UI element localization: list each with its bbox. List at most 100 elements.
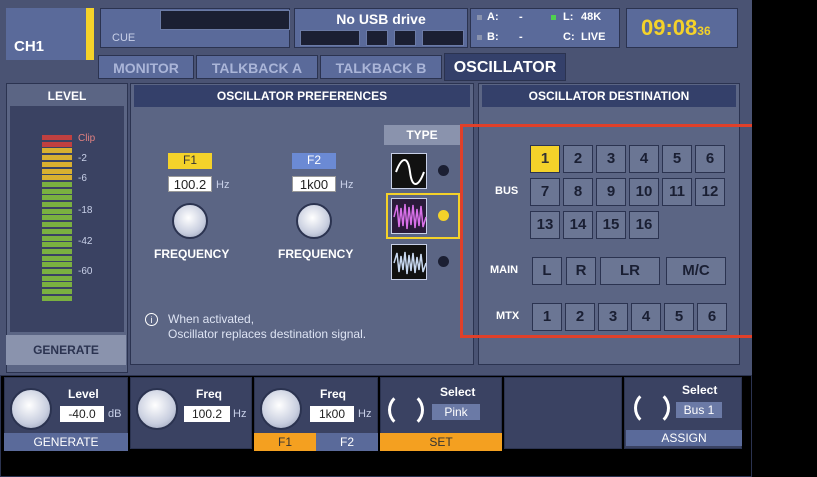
meter-scale-label: -18 [78,205,93,216]
rate-indicator [551,15,556,20]
rate-value: 48K [581,11,602,23]
f2-tag: F2 [292,153,336,169]
f2-frequency-knob[interactable] [296,203,332,239]
burst-noise-icon[interactable] [391,244,427,280]
set-button[interactable]: SET [380,433,502,451]
meter-segment [42,208,72,214]
meter-segment [42,255,72,261]
meter-scale-label: -2 [78,153,87,164]
clock-source-label: C: [563,31,575,43]
assign-select-value[interactable]: Bus 1 [676,402,722,418]
clock-source-value: LIVE [581,31,606,43]
meter-segment [42,242,72,248]
meter-segment [42,195,72,201]
empty-control [504,377,622,449]
sine-wave-radio[interactable] [438,165,449,176]
f2-value[interactable]: 1k00 [292,176,336,192]
sine-wave-icon[interactable] [391,153,427,189]
note-text: When activated, Oscillator replaces dest… [168,312,366,342]
meter-segment [42,141,72,147]
level-meter [42,135,72,303]
meter-segment [42,148,72,154]
clock-seconds: 36 [697,24,711,38]
meter-segment [42,228,72,234]
freq2-label: Freq [320,387,347,401]
bus-b-value: - [519,31,523,43]
f2-frequency-label: FREQUENCY [278,247,354,261]
level-label: Level [68,387,99,401]
freq1-unit: Hz [233,408,247,420]
freq1-knob[interactable] [136,388,178,430]
level-knob[interactable] [10,388,52,430]
usb-status-label: No USB drive [336,11,426,27]
meter-segment [42,215,72,221]
pink-noise-radio[interactable] [438,210,449,221]
bus-a-value: - [519,11,523,23]
clock: 09:0836 [626,8,738,48]
burst-noise-radio[interactable] [438,256,449,267]
bottom-generate-button[interactable]: GENERATE [4,433,128,451]
f1-value[interactable]: 100.2 [168,176,212,192]
meter-segment [42,275,72,281]
usb-slot [394,30,416,46]
meter-segment [42,235,72,241]
freq2-unit: Hz [358,408,372,420]
info-icon: i [145,313,158,326]
usb-slot [422,30,464,46]
bus-a-label: A: [487,11,499,23]
meter-segment [42,269,72,274]
destination-title: OSCILLATOR DESTINATION [528,89,690,103]
meter-segment [42,168,72,174]
tab-oscillator[interactable]: OSCILLATOR [444,53,566,81]
f2-select-button[interactable]: F2 [316,433,378,451]
rotary-select-icon[interactable] [388,392,424,428]
f1-unit: Hz [216,179,230,191]
meter-segment [42,282,72,288]
meter-segment [42,135,72,140]
level-title: LEVEL [47,89,87,103]
meter-segment [42,202,72,207]
pink-noise-icon[interactable] [391,198,427,234]
type-select-label: Select [440,385,476,399]
type-select-value[interactable]: Pink [432,404,480,420]
usb-slot [300,30,360,46]
f1-frequency-label: FREQUENCY [154,247,230,261]
cue-display [160,10,290,30]
channel-label[interactable]: CH1 [6,8,86,60]
rotary-assign-icon[interactable] [634,390,670,426]
f1-frequency-knob[interactable] [172,203,208,239]
destination-highlight [460,124,752,338]
usb-slot [366,30,388,46]
mixer-screen: CH1 CUE No USB drive A: - B: - L: 48K C:… [0,0,752,477]
bus-a-indicator [477,15,482,20]
freq2-knob[interactable] [260,388,302,430]
meter-segment [42,262,72,268]
tab-talkback-a[interactable]: TALKBACK A [196,55,318,79]
meter-segment [42,175,72,181]
note-line-2: Oscillator replaces destination signal. [168,327,367,341]
assign-select-label: Select [682,383,718,397]
meter-scale-label: -42 [78,236,93,247]
freq1-label: Freq [196,387,223,401]
freq2-value[interactable]: 1k00 [310,406,354,422]
tab-talkback-b[interactable]: TALKBACK B [320,55,442,79]
status-area: A: - B: - L: 48K C: LIVE [470,8,620,48]
f1-tag: F1 [168,153,212,169]
freq1-value[interactable]: 100.2 [184,406,230,422]
preferences-title: OSCILLATOR PREFERENCES [216,89,388,103]
meter-segment [42,222,72,228]
cue-label: CUE [112,32,136,44]
meter-scale-clip: Clip [78,133,96,144]
assign-button[interactable]: ASSIGN [626,430,742,446]
level-value[interactable]: -40.0 [60,406,104,422]
meter-segment [42,161,72,167]
bus-b-label: B: [487,31,499,43]
f1-select-button[interactable]: F1 [254,433,316,451]
bus-b-indicator [477,35,482,40]
meter-segment [42,289,72,295]
meter-segment [42,295,72,301]
meter-segment [42,248,72,254]
channel-color-bar [86,8,94,60]
tab-monitor[interactable]: MONITOR [98,55,194,79]
generate-button[interactable]: GENERATE [6,335,126,365]
